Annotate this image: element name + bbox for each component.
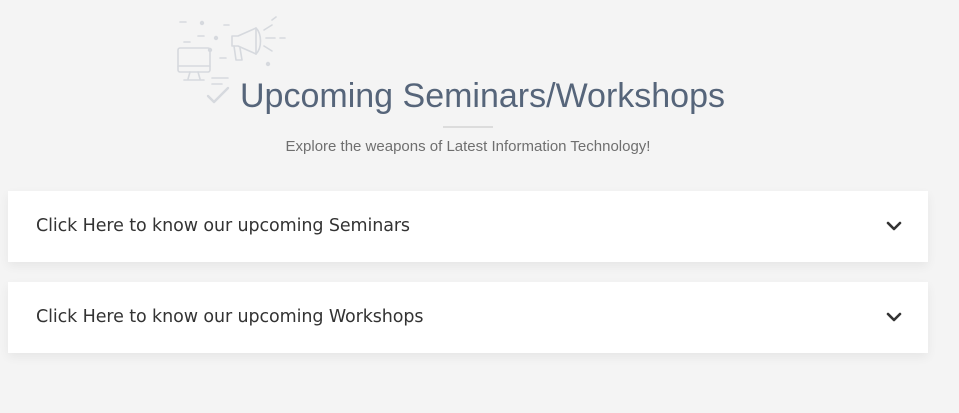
section-subtitle: Explore the weapons of Latest Informatio… bbox=[285, 138, 651, 155]
seminars-section: Upcoming Seminars/Workshops Explore the … bbox=[0, 0, 959, 413]
page-title: Upcoming Seminars/Workshops bbox=[240, 77, 725, 115]
chevron-down-icon[interactable] bbox=[886, 311, 902, 323]
accordion-label-workshops: Click Here to know our upcoming Workshop… bbox=[36, 307, 424, 327]
title-divider bbox=[443, 126, 493, 128]
accordion-label-seminars: Click Here to know our upcoming Seminars bbox=[36, 216, 410, 236]
accordion-item-seminars[interactable]: Click Here to know our upcoming Seminars bbox=[8, 191, 928, 262]
chevron-down-icon[interactable] bbox=[886, 220, 902, 232]
accordion-item-workshops[interactable]: Click Here to know our upcoming Workshop… bbox=[8, 282, 928, 353]
